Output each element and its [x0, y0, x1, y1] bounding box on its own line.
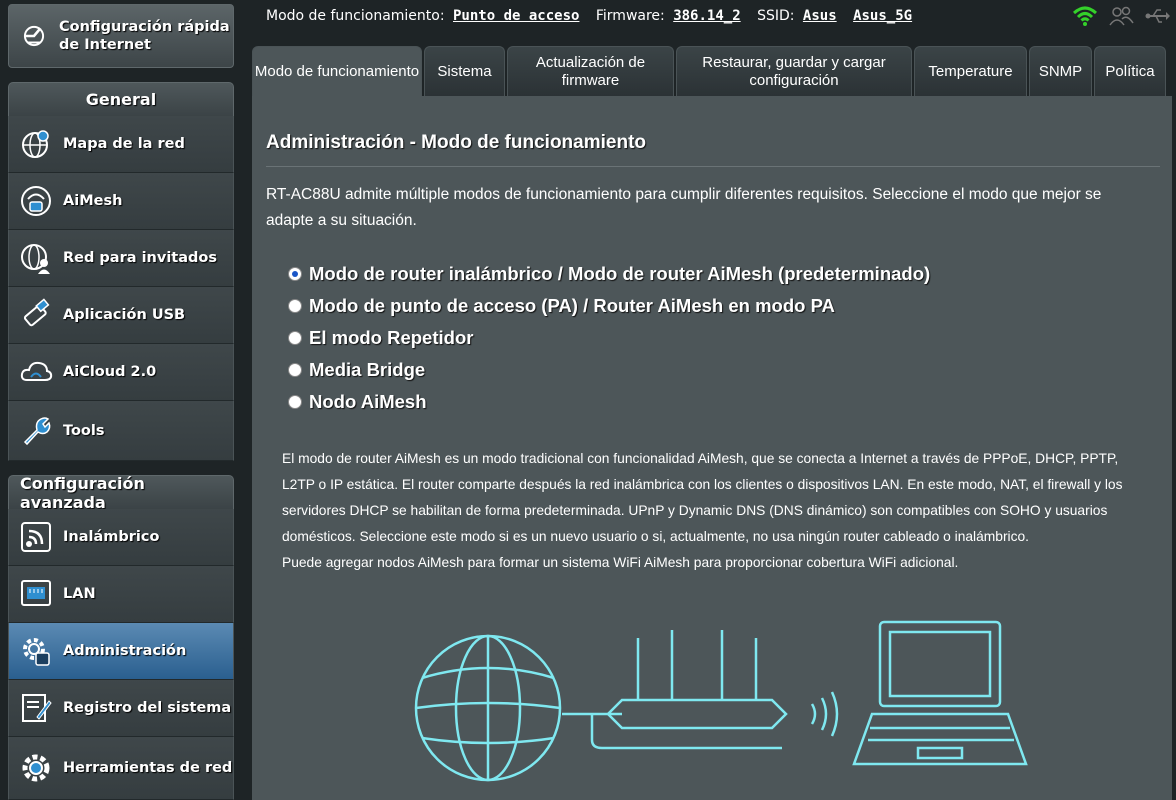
sidebar-item-label: AiCloud 2.0: [63, 364, 157, 380]
lan-icon: [21, 580, 51, 606]
sidebar-item-label: Administración: [63, 643, 187, 659]
title-divider: [266, 166, 1160, 167]
sidebar-item-label: Registro del sistema: [63, 700, 232, 716]
router-mode-illustration: [414, 620, 1028, 782]
sidebar-item-usb-application[interactable]: Aplicación USB: [8, 287, 234, 344]
sidebar-item-label: Tools: [63, 422, 105, 439]
mode-option-wireless-router[interactable]: Modo de router inalámbrico / Modo de rou…: [288, 258, 930, 290]
quick-internet-setup-button[interactable]: Configuración rápida de Internet: [8, 4, 234, 68]
status-icons: [1072, 5, 1170, 27]
mode-label: Media Bridge: [309, 359, 426, 380]
firmware-label: Firmware:: [595, 8, 665, 24]
advanced-section-header: Configuración avanzada: [8, 474, 234, 512]
tab-temperature[interactable]: Temperature: [914, 46, 1027, 96]
main-content: Administración - Modo de funcionamiento …: [252, 96, 1172, 800]
mode-label: Modo de punto de acceso (PA) / Router Ai…: [309, 295, 835, 316]
guest-network-icon: [21, 244, 50, 274]
sidebar-item-guest-network[interactable]: Red para invitados: [8, 230, 234, 287]
sidebar-item-label: Herramientas de red: [63, 760, 233, 776]
admin-icon: [23, 638, 50, 666]
radio-aimesh-node[interactable]: [288, 395, 302, 409]
ssid-5ghz-link[interactable]: Asus_5G: [853, 8, 912, 24]
mode-description-text: El modo de router AiMesh es un modo trad…: [282, 451, 1123, 544]
tab-snmp[interactable]: SNMP: [1029, 46, 1092, 96]
sidebar-item-label: Inalámbrico: [63, 529, 160, 545]
sidebar-item-wireless[interactable]: Inalámbrico: [8, 509, 234, 566]
usb-icon: [23, 298, 50, 327]
quick-setup-icon: [23, 25, 45, 47]
usb-status-icon[interactable]: [1144, 5, 1170, 27]
radio-repeater[interactable]: [288, 331, 302, 345]
page-title: Administración - Modo de funcionamiento: [266, 132, 646, 153]
operation-mode-options: Modo de router inalámbrico / Modo de rou…: [288, 258, 930, 418]
clients-icon[interactable]: [1108, 5, 1134, 27]
sidebar-item-label: AiMesh: [63, 193, 123, 209]
tab-restore-save-upload[interactable]: Restaurar, guardar y cargar configuració…: [676, 46, 912, 96]
cloud-icon: [20, 361, 53, 381]
mode-description: El modo de router AiMesh es un modo trad…: [282, 446, 1142, 576]
mode-option-repeater[interactable]: El modo Repetidor: [288, 322, 930, 354]
mode-label: Modo de router inalámbrico / Modo de rou…: [309, 263, 931, 284]
network-tools-icon: [22, 754, 50, 782]
sidebar-item-network-map[interactable]: Mapa de la red: [8, 116, 234, 173]
sidebar-item-label: Mapa de la red: [63, 136, 185, 152]
sidebar-item-aimesh[interactable]: AiMesh: [8, 173, 234, 230]
radio-access-point[interactable]: [288, 299, 302, 313]
mode-option-aimesh-node[interactable]: Nodo AiMesh: [288, 386, 930, 418]
sidebar-item-network-tools[interactable]: Herramientas de red: [8, 737, 234, 800]
sidebar-item-label: LAN: [63, 586, 96, 602]
sidebar-item-system-log[interactable]: Registro del sistema: [8, 680, 234, 737]
ssid-label: SSID:: [757, 8, 795, 24]
status-bar: Modo de funcionamiento: Punto de acceso …: [244, 0, 1176, 38]
system-log-icon: [22, 694, 52, 722]
quick-setup-label: Configuración rápida de Internet: [59, 19, 230, 53]
firmware-link[interactable]: 386.14_2: [673, 8, 740, 24]
sidebar: Configuración rápida de Internet General…: [0, 0, 244, 800]
tab-operation-mode[interactable]: Modo de funcionamiento: [252, 46, 422, 96]
tab-policy[interactable]: Política: [1094, 46, 1166, 96]
mode-description-extra: Puede agregar nodos AiMesh para formar u…: [282, 555, 959, 570]
sidebar-item-label: Aplicación USB: [63, 307, 186, 323]
mode-label: Nodo AiMesh: [309, 391, 427, 412]
wifi-signal-icon[interactable]: [1072, 5, 1098, 27]
general-section-header: General: [8, 82, 234, 116]
mode-label: El modo Repetidor: [309, 327, 474, 348]
aimesh-icon: [21, 186, 51, 216]
ssid-24ghz-link[interactable]: Asus: [803, 8, 837, 24]
wrench-icon: [23, 416, 51, 445]
mode-option-media-bridge[interactable]: Media Bridge: [288, 354, 930, 386]
mode-option-access-point[interactable]: Modo de punto de acceso (PA) / Router Ai…: [288, 290, 930, 322]
network-map-icon: [22, 130, 49, 158]
operation-mode-link[interactable]: Punto de acceso: [453, 8, 579, 24]
tab-system[interactable]: Sistema: [424, 46, 505, 96]
page-description: RT-AC88U admite múltiple modos de funcio…: [266, 186, 1102, 229]
operation-mode-label: Modo de funcionamiento:: [266, 8, 445, 24]
tab-firmware-upgrade[interactable]: Actualización de firmware: [507, 46, 674, 96]
sidebar-item-administration[interactable]: Administración: [8, 623, 234, 680]
radio-wireless-router[interactable]: [288, 267, 302, 281]
sidebar-item-lan[interactable]: LAN: [8, 566, 234, 623]
wireless-icon: [21, 522, 51, 552]
sidebar-item-tools[interactable]: Tools: [8, 401, 234, 461]
status-info: Modo de funcionamiento: Punto de acceso …: [266, 8, 920, 24]
radio-media-bridge[interactable]: [288, 363, 302, 377]
sidebar-item-aicloud[interactable]: AiCloud 2.0: [8, 344, 234, 401]
sidebar-item-label: Red para invitados: [63, 250, 217, 266]
